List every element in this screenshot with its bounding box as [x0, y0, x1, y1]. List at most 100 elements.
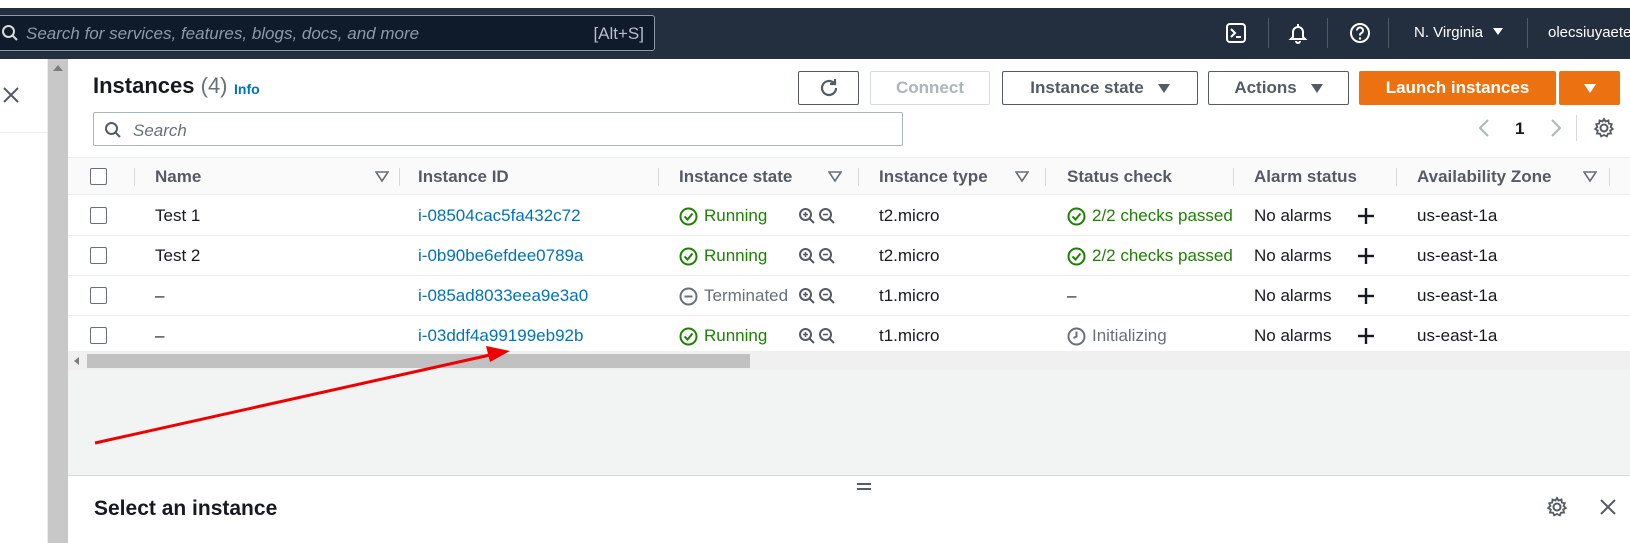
global-search-input[interactable]: Search for services, features, blogs, do… [0, 15, 655, 51]
scroll-left-arrow-icon[interactable] [74, 357, 79, 365]
instance-count: (4) [200, 73, 228, 98]
column-header-instance-id[interactable]: Instance ID [418, 167, 509, 187]
caret-down-icon [1493, 28, 1504, 35]
region-selector[interactable]: N. Virginia [1414, 24, 1504, 41]
availability-zone: us-east-1a [1417, 326, 1498, 345]
sort-icon[interactable] [375, 171, 389, 183]
info-link[interactable]: Info [234, 81, 260, 97]
table-row[interactable]: Test 1 i-08504cac5fa432c72 Running t2.mi… [68, 196, 1630, 236]
column-divider [658, 168, 659, 186]
column-divider [1233, 168, 1234, 186]
gear-icon[interactable] [1546, 496, 1568, 518]
minus-circle-icon [679, 287, 698, 306]
add-alarm-icon[interactable] [1356, 286, 1376, 306]
row-checkbox[interactable] [90, 207, 107, 224]
check-circle-icon [1067, 207, 1086, 226]
instance-state-text: Running [704, 206, 768, 225]
row-checkbox[interactable] [90, 247, 107, 264]
nav-divider [1527, 18, 1528, 48]
instance-id-link[interactable]: i-03ddf4a99199eb92b [418, 326, 583, 346]
check-circle-icon [1067, 247, 1086, 266]
horizontal-scrollbar[interactable] [68, 351, 1630, 371]
page-title: Instances (4) [93, 73, 228, 99]
scroll-up-arrow-icon[interactable] [53, 65, 63, 71]
next-page-icon[interactable] [1549, 117, 1563, 139]
drag-handle-icon[interactable] [856, 480, 872, 492]
column-divider [1609, 168, 1610, 186]
close-icon[interactable] [2, 86, 20, 104]
instance-type: t1.micro [879, 286, 940, 305]
sort-icon[interactable] [1015, 171, 1029, 183]
table-row[interactable]: – i-03ddf4a99199eb92b Running t1.micro I… [68, 316, 1630, 356]
zoom-in-out-icon[interactable] [798, 207, 838, 225]
instance-state-text: Running [704, 246, 768, 265]
column-header-status-check[interactable]: Status check [1067, 167, 1172, 187]
instance-state-text: Terminated [704, 286, 789, 305]
zoom-in-out-icon[interactable] [798, 247, 838, 265]
column-header-instance-type[interactable]: Instance type [879, 167, 988, 187]
page-title-text: Instances [93, 73, 195, 98]
refresh-button[interactable] [798, 71, 859, 105]
search-icon [2, 25, 18, 41]
global-search-placeholder: Search for services, features, blogs, do… [26, 24, 420, 43]
instances-main: Instances (4) Info Connect Instance stat… [68, 59, 1630, 543]
refresh-icon [820, 79, 837, 97]
alarm-status-text: No alarms [1254, 286, 1332, 305]
column-divider [1396, 168, 1397, 186]
search-shortcut-hint: [Alt+S] [593, 24, 644, 43]
scrollbar-thumb[interactable] [87, 354, 750, 368]
region-label: N. Virginia [1414, 24, 1483, 41]
zoom-in-out-icon[interactable] [798, 287, 838, 305]
instance-id-link[interactable]: i-085ad8033eea9e3a0 [418, 286, 588, 306]
current-page-number[interactable]: 1 [1515, 119, 1524, 139]
instance-name: – [155, 326, 165, 345]
instance-type: t1.micro [879, 326, 940, 345]
row-checkbox[interactable] [90, 287, 107, 304]
instance-type: t2.micro [879, 206, 940, 225]
sort-icon[interactable] [828, 171, 842, 183]
bell-icon[interactable] [1287, 22, 1309, 44]
check-circle-icon [679, 327, 698, 346]
column-header-availability-zone[interactable]: Availability Zone [1417, 167, 1551, 187]
launch-options-dropdown[interactable] [1559, 71, 1620, 105]
column-header-name[interactable]: Name [155, 167, 201, 187]
column-divider [399, 168, 400, 186]
select-all-checkbox[interactable] [90, 168, 107, 185]
column-header-alarm-status[interactable]: Alarm status [1254, 167, 1357, 187]
vertical-scrollbar[interactable] [48, 59, 68, 543]
instance-state-dropdown[interactable]: Instance state [1002, 71, 1198, 105]
close-icon[interactable] [1598, 497, 1618, 517]
add-alarm-icon[interactable] [1356, 246, 1376, 266]
instance-name: Test 2 [155, 246, 201, 265]
sort-icon[interactable] [1583, 171, 1597, 183]
actions-dropdown[interactable]: Actions [1208, 71, 1349, 105]
caret-down-icon [1157, 83, 1170, 93]
column-divider [858, 168, 859, 186]
account-menu[interactable]: olecsiuyaete [1548, 24, 1630, 41]
column-header-instance-state[interactable]: Instance state [679, 167, 792, 187]
side-navigation-panel [0, 59, 48, 543]
alarm-status-text: No alarms [1254, 246, 1332, 265]
connect-button[interactable]: Connect [870, 71, 990, 105]
gear-icon[interactable] [1593, 117, 1615, 139]
cloudshell-icon[interactable] [1225, 22, 1247, 44]
status-check-text: Initializing [1092, 326, 1167, 345]
row-checkbox[interactable] [90, 327, 107, 344]
clock-icon [1067, 327, 1086, 346]
help-icon[interactable] [1349, 22, 1371, 44]
add-alarm-icon[interactable] [1356, 206, 1376, 226]
table-row[interactable]: – i-085ad8033eea9e3a0 Terminated t1.micr… [68, 276, 1630, 316]
previous-page-icon[interactable] [1477, 117, 1491, 139]
add-alarm-icon[interactable] [1356, 326, 1376, 346]
table-row[interactable]: Test 2 i-0b90be6efdee0789a Running t2.mi… [68, 236, 1630, 276]
status-check-text: 2/2 checks passed [1092, 246, 1232, 265]
instance-id-link[interactable]: i-08504cac5fa432c72 [418, 206, 581, 226]
launch-instances-button[interactable]: Launch instances [1359, 71, 1556, 105]
instance-id-link[interactable]: i-0b90be6efdee0789a [418, 246, 583, 266]
instances-search-input[interactable]: Search [93, 112, 903, 146]
caret-down-icon [1310, 83, 1323, 93]
split-panel-gap [68, 370, 1630, 475]
zoom-in-out-icon[interactable] [798, 327, 838, 345]
instances-search-placeholder: Search [133, 121, 187, 140]
pager-divider [1576, 115, 1577, 141]
